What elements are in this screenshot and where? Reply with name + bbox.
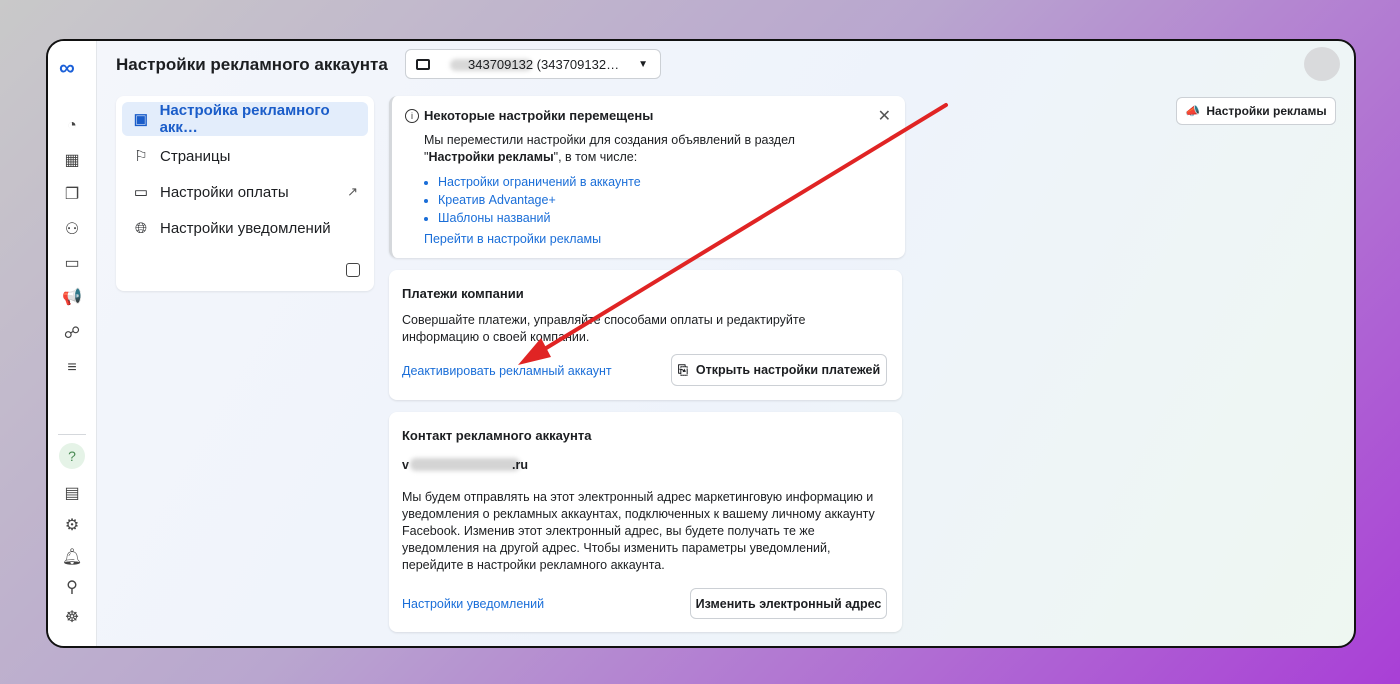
billing-icon[interactable]: ▭ — [60, 251, 84, 275]
bell-icon[interactable]: 🔔︎ — [60, 545, 84, 569]
list-item-link[interactable]: Настройки ограничений в аккаунте — [438, 173, 641, 191]
settings-nav: ▣ Настройка рекламного акк… ⚐ Страницы ▭… — [116, 96, 374, 291]
table-icon[interactable]: ▦ — [60, 148, 84, 172]
list-item-link[interactable]: Шаблоны названий — [438, 209, 641, 227]
nav-item-label: Настройка рекламного акк… — [159, 102, 330, 136]
avatar[interactable] — [1304, 47, 1340, 81]
email-head: v — [402, 458, 409, 472]
events-icon[interactable]: ☍ — [60, 321, 84, 345]
bug-icon[interactable]: ☸ — [60, 605, 84, 629]
nav-item-ad-account[interactable]: ▣ Настройка рекламного акк… — [122, 102, 368, 136]
nav-item-label: Страницы — [160, 147, 231, 165]
external-link-icon: ↗ — [347, 184, 358, 199]
change-email-button[interactable]: Изменить электронный адрес — [690, 588, 887, 619]
nav-item-pages[interactable]: ⚐ Страницы — [122, 139, 368, 173]
notice-body: Мы переместили настройки для создания об… — [424, 132, 864, 166]
open-external-icon: ⎘ — [677, 362, 688, 377]
ad-settings-button[interactable]: 📣 Настройки рекламы — [1176, 97, 1336, 125]
business-payments-card: Платежи компании Совершайте платежи, упр… — [389, 270, 902, 400]
menu-icon[interactable]: ≡ — [60, 356, 84, 380]
gear-icon[interactable]: ⚙ — [60, 513, 84, 537]
info-icon: i — [405, 109, 419, 123]
flag-icon: ⚐ — [134, 148, 148, 165]
open-payment-settings-button[interactable]: ⎘ Открыть настройки платежей — [671, 354, 887, 386]
nav-item-notification-settings[interactable]: 🌐︎ Настройки уведомлений — [122, 211, 368, 245]
moved-settings-notice: i Некоторые настройки перемещены ✕ Мы пе… — [389, 96, 905, 258]
help-icon[interactable]: ? — [59, 443, 85, 469]
payments-title: Платежи компании — [402, 286, 524, 301]
nav-item-label: Настройки оплаты — [160, 183, 289, 201]
search-icon[interactable]: ⚲ — [60, 575, 84, 599]
notification-settings-link[interactable]: Настройки уведомлений — [402, 597, 544, 611]
list-item-link[interactable]: Креатив Advantage+ — [438, 191, 641, 209]
notice-body-suffix: ", в том числе: — [553, 150, 638, 164]
ad-settings-button-label: Настройки рекламы — [1206, 104, 1327, 118]
rail-divider — [58, 434, 86, 435]
nav-item-payment-settings[interactable]: ▭ Настройки оплаты ↗ — [122, 175, 368, 209]
email-tail: .ru — [512, 458, 528, 472]
page-title: Настройки рекламного аккаунта — [116, 55, 388, 74]
moved-settings-list: Настройки ограничений в аккаунте Креатив… — [424, 173, 641, 227]
caret-down-icon: ▼ — [638, 59, 648, 70]
megaphone-icon: 📣 — [1185, 104, 1201, 118]
notice-title: Некоторые настройки перемещены — [424, 108, 654, 123]
meta-logo-icon[interactable]: ∞ — [59, 55, 75, 81]
nav-item-label: Настройки уведомлений — [160, 219, 331, 237]
ad-account-icon: ▣ — [133, 111, 148, 128]
globe-icon: 🌐︎ — [134, 219, 147, 237]
payments-text: Совершайте платежи, управляйте способами… — [402, 313, 806, 344]
notice-body-bold: Настройки рекламы — [428, 150, 554, 164]
dashboard-icon[interactable]: ◔ — [60, 114, 84, 138]
contact-title: Контакт рекламного аккаунта — [402, 428, 592, 443]
megaphone-icon[interactable]: 📢 — [60, 285, 84, 309]
contact-email: v .ru — [402, 458, 602, 472]
pages-icon[interactable]: ❐ — [60, 182, 84, 206]
left-rail: ∞ ◔ ▦ ❐ ⚇ ▭ 📢 ☍ ≡ ? ▤ ⚙ 🔔︎ ⚲ ☸ — [48, 41, 97, 646]
open-payment-settings-label: Открыть настройки платежей — [695, 363, 881, 377]
ad-account-icon — [416, 58, 430, 70]
ad-account-contact-card: Контакт рекламного аккаунта v .ru Мы буд… — [389, 412, 902, 632]
goto-ad-settings-link[interactable]: Перейти в настройки рекламы — [424, 232, 601, 246]
account-selector[interactable]: 343709132 (343709132… ▼ — [405, 49, 661, 79]
news-icon[interactable]: ▤ — [60, 481, 84, 505]
redacted-email — [410, 458, 520, 471]
audience-icon[interactable]: ⚇ — [60, 217, 84, 241]
app-window: ∞ ◔ ▦ ❐ ⚇ ▭ 📢 ☍ ≡ ? ▤ ⚙ 🔔︎ ⚲ ☸ Настройки… — [46, 39, 1356, 648]
account-selector-label: 343709132 (343709132… — [468, 56, 620, 72]
close-icon[interactable]: ✕ — [878, 106, 891, 126]
contact-text: Мы будем отправлять на этот электронный … — [402, 490, 875, 572]
collapse-panel-icon[interactable] — [346, 263, 360, 277]
credit-card-icon: ▭ — [133, 184, 149, 201]
deactivate-account-link[interactable]: Деактивировать рекламный аккаунт — [402, 364, 612, 378]
